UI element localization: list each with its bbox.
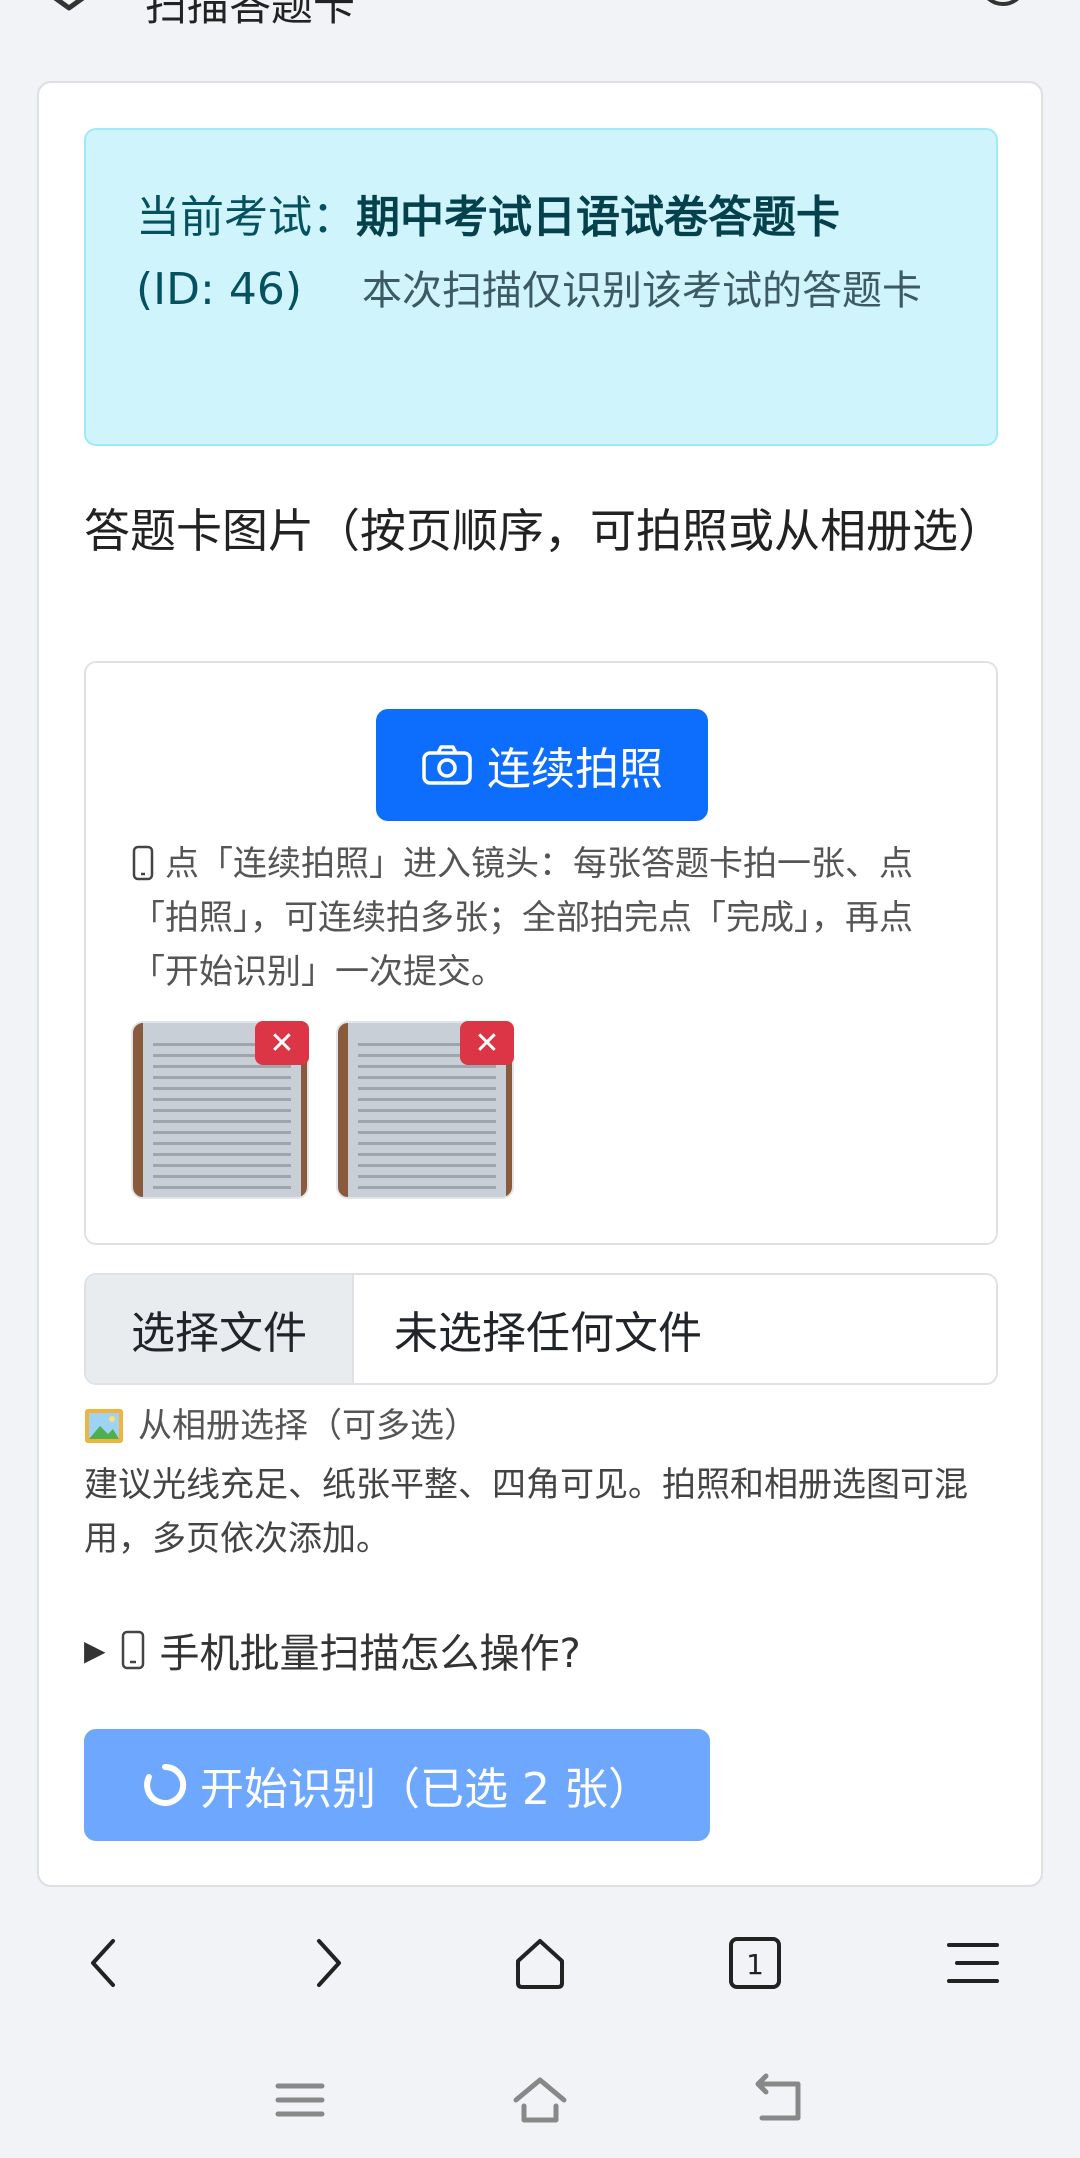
home-outline-icon [513, 2077, 567, 2123]
back-arrow-icon [755, 2073, 801, 2121]
triangle-right-icon: ▶ [84, 1633, 106, 1667]
choose-file-button[interactable]: 选择文件 [86, 1275, 354, 1383]
browser-nav-bar: 1 [0, 1900, 1080, 2020]
menu-button[interactable] [938, 1928, 1008, 1998]
recents-button[interactable] [268, 2070, 332, 2130]
scan-card: 当前考试：期中考试日语试卷答题卡 (ID: 46) 本次扫描仅识别该考试的答题卡 … [37, 81, 1043, 1887]
system-home-button[interactable] [508, 2070, 572, 2130]
exam-prefix: 当前考试： [136, 192, 356, 243]
thumbnail-2[interactable]: ✕ [336, 1021, 514, 1199]
tips-text: 建议光线充足、纸张平整、四角可见。拍照和相册选图可混用，多页依次添加。 [84, 1465, 968, 1559]
delete-thumbnail-button[interactable]: ✕ [255, 1021, 309, 1065]
exam-note: 本次扫描仅识别该考试的答题卡 [362, 268, 922, 314]
album-label-text: 从相册选择（可多选） [138, 1406, 478, 1446]
chevron-left-icon [91, 1939, 115, 1987]
system-back-button[interactable] [748, 2070, 812, 2130]
home-button[interactable] [505, 1928, 575, 1998]
upload-box: 连续拍照 点「连续拍照」进入镜头：每张答题卡拍一张、点「拍照」，可连续拍多张；全… [84, 661, 998, 1245]
home-icon [516, 1939, 564, 1989]
batch-scan-help-toggle[interactable]: ▶ 手机批量扫描怎么操作? [84, 1621, 581, 1679]
hamburger-icon [947, 1943, 999, 1983]
more-icon[interactable] [978, 0, 1028, 14]
details-summary: 手机批量扫描怎么操作? [159, 1631, 581, 1677]
camera-icon [422, 745, 472, 785]
tabs-icon: 1 [729, 1937, 781, 1989]
spinner-icon [144, 1763, 187, 1806]
phone-icon [132, 845, 154, 881]
start-recognition-button[interactable]: 开始识别（已选 2 张） [84, 1729, 710, 1841]
top-header: 扫描答题卡 [0, 0, 1080, 60]
continuous-camera-button[interactable]: 连续拍照 [376, 709, 708, 821]
chevron-right-icon [317, 1939, 341, 1987]
start-button-label: 开始识别（已选 2 张） [200, 1764, 652, 1815]
page-title: 扫描答题卡 [145, 0, 356, 30]
phone-icon [121, 1630, 144, 1670]
tabs-button[interactable]: 1 [720, 1928, 790, 1998]
shield-back-icon[interactable] [40, 0, 98, 12]
file-input[interactable]: 选择文件 未选择任何文件 [84, 1273, 998, 1385]
camera-hint-text: 点「连续拍照」进入镜头：每张答题卡拍一张、点「拍照」，可连续拍多张；全部拍完点「… [131, 844, 913, 992]
exam-name: 期中考试日语试卷答题卡 [356, 192, 840, 243]
delete-thumbnail-button[interactable]: ✕ [460, 1021, 514, 1065]
file-status: 未选择任何文件 [394, 1308, 702, 1359]
exam-info-alert: 当前考试：期中考试日语试卷答题卡 (ID: 46) 本次扫描仅识别该考试的答题卡 [84, 128, 998, 446]
forward-button[interactable] [290, 1928, 360, 1998]
tab-count: 1 [746, 1948, 764, 1981]
picture-icon [85, 1409, 123, 1443]
exam-id: (ID: 46) [136, 264, 302, 315]
system-nav-bar [0, 2050, 1080, 2158]
thumbnail-1[interactable]: ✕ [131, 1021, 309, 1199]
back-button[interactable] [72, 1928, 142, 1998]
camera-hint: 点「连续拍照」进入镜头：每张答题卡拍一张、点「拍照」，可连续拍多张；全部拍完点「… [131, 837, 961, 999]
recents-icon [275, 2083, 325, 2117]
images-section-label: 答题卡图片（按页顺序，可拍照或从相册选） [84, 504, 1004, 558]
album-label: 从相册选择（可多选） [84, 1401, 478, 1451]
camera-button-label: 连续拍照 [487, 744, 663, 795]
